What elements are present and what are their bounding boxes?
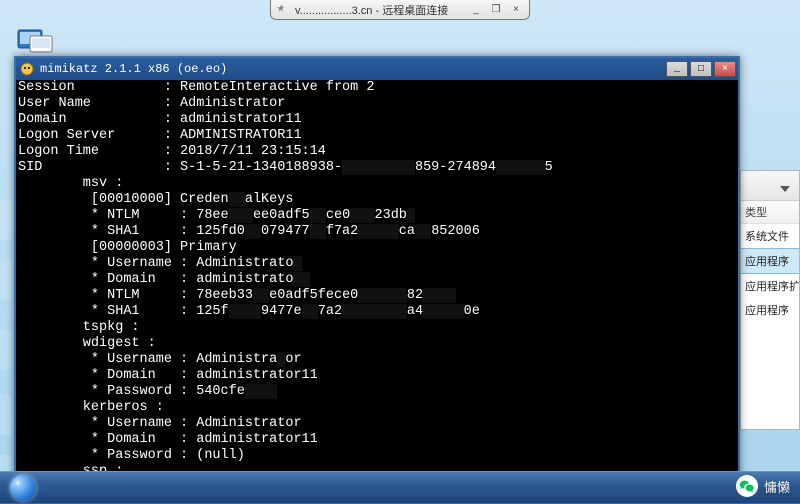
console-line: Logon Server : ADMINISTRATOR11: [18, 128, 736, 144]
explorer-row[interactable]: 应用程序: [741, 248, 799, 274]
rdp-minimize-button[interactable]: _: [467, 3, 485, 17]
left-cropped-icon: [0, 260, 12, 300]
console-titlebar[interactable]: mimikatz 2.1.1 x86 (oe.eo) _ □ ×: [16, 58, 738, 80]
console-title: mimikatz 2.1.1 x86 (oe.eo): [40, 62, 666, 76]
rdp-host-label: v.................3.cn - 远程桌面连接: [295, 2, 467, 18]
rdp-suffix-text: - 远程桌面连接: [372, 5, 448, 17]
explorer-row[interactable]: 应用程序扩: [741, 274, 799, 298]
console-line: * SHA1 : 125f 9477e 7a2 a4 0e: [18, 304, 736, 320]
console-line: * Domain : administrato: [18, 272, 736, 288]
rdp-host-text: v.................3.cn: [295, 5, 372, 17]
console-line: Domain : administrator11: [18, 112, 736, 128]
rdp-client-icon: [16, 26, 56, 56]
console-line: * Domain : administrator11: [18, 432, 736, 448]
start-button[interactable]: [0, 472, 46, 504]
console-line: * SHA1 : 125fd0 079477 f7a2 ca 852006: [18, 224, 736, 240]
explorer-row[interactable]: 应用程序: [741, 298, 799, 322]
console-line: wdigest :: [18, 336, 736, 352]
console-line: * Password : 540cfe: [18, 384, 736, 400]
console-line: * Password : (null): [18, 448, 736, 464]
left-cropped-icon: [0, 395, 12, 435]
console-line: msv :: [18, 176, 736, 192]
windows-orb-icon: [10, 475, 36, 501]
console-line: kerberos :: [18, 400, 736, 416]
console-line: * Username : Administrator: [18, 416, 736, 432]
watermark: 慵懒: [736, 475, 790, 497]
column-header-type[interactable]: 类型: [741, 201, 799, 224]
console-close-button[interactable]: ×: [714, 61, 736, 77]
console-line: tspkg :: [18, 320, 736, 336]
taskbar: 慵懒: [0, 471, 800, 503]
console-line: SID : S-1-5-21-1340188938- 859-274894 5: [18, 160, 736, 176]
rdp-restore-button[interactable]: ❐: [487, 3, 505, 17]
wechat-icon: [736, 475, 758, 497]
console-line: [00000003] Primary: [18, 240, 736, 256]
explorer-row[interactable]: 系统文件: [741, 224, 799, 248]
console-line: * NTLM : 78ee ee0adf5 ce0 23db: [18, 208, 736, 224]
dropdown-icon[interactable]: [777, 181, 793, 197]
console-line: User Name : Administrator: [18, 96, 736, 112]
console-output[interactable]: Session : RemoteInteractive from 2User N…: [16, 80, 738, 494]
left-cropped-icon: [0, 200, 12, 240]
pin-icon[interactable]: [275, 3, 289, 17]
console-minimize-button[interactable]: _: [666, 61, 688, 77]
console-line: * NTLM : 78eeb33 e0adf5fece0 82: [18, 288, 736, 304]
console-line: [00010000] Creden alKeys: [18, 192, 736, 208]
rdp-close-button[interactable]: ×: [507, 3, 525, 17]
console-line: * Domain : administrator11: [18, 368, 736, 384]
explorer-header: [741, 171, 799, 201]
console-maximize-button[interactable]: □: [690, 61, 712, 77]
watermark-text: 慵懒: [764, 477, 790, 496]
explorer-partial-panel: 类型 系统文件应用程序应用程序扩应用程序: [740, 170, 800, 430]
mimikatz-icon: [20, 62, 34, 76]
console-line: Session : RemoteInteractive from 2: [18, 80, 736, 96]
console-line: * Username : Administra or: [18, 352, 736, 368]
left-cropped-icon: [0, 330, 12, 370]
mimikatz-console-window: mimikatz 2.1.1 x86 (oe.eo) _ □ × Session…: [14, 56, 740, 496]
console-line: Logon Time : 2018/7/11 23:15:14: [18, 144, 736, 160]
remote-desktop-background: v.................3.cn - 远程桌面连接 _ ❐ × 类型…: [0, 0, 800, 503]
rdp-connection-bar: v.................3.cn - 远程桌面连接 _ ❐ ×: [270, 0, 530, 20]
console-line: * Username : Administrato: [18, 256, 736, 272]
